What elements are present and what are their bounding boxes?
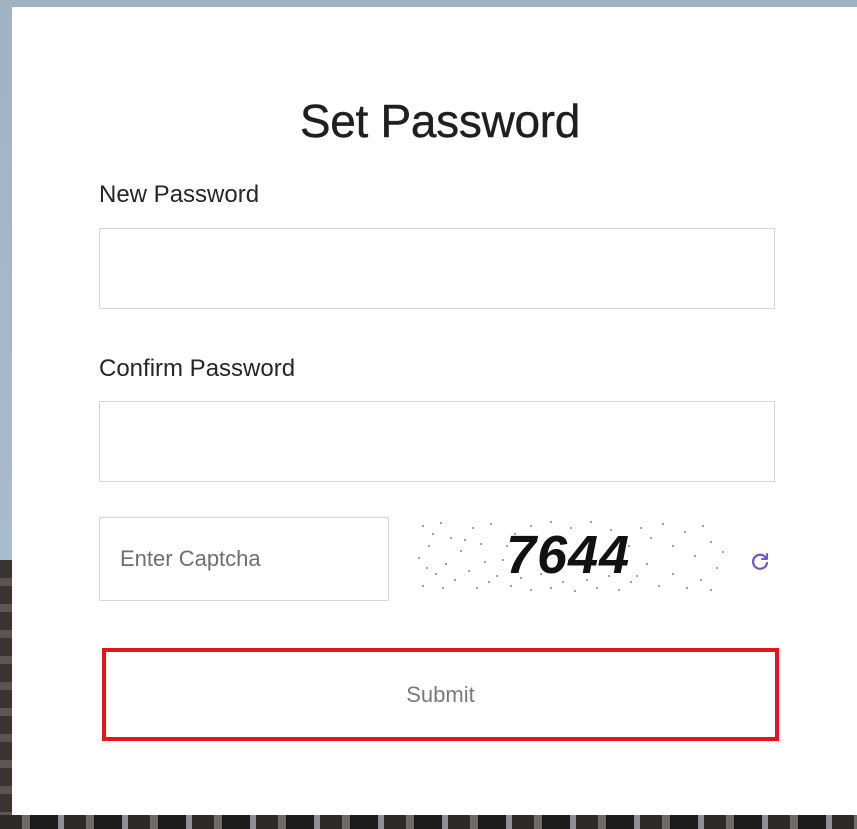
set-password-card: Set Password New Password Confirm Passwo…: [12, 7, 857, 815]
refresh-icon[interactable]: [750, 551, 770, 571]
confirm-password-label: Confirm Password: [99, 355, 296, 382]
submit-button[interactable]: Submit: [102, 648, 779, 741]
new-password-input[interactable]: [99, 228, 775, 309]
captcha-input[interactable]: [99, 517, 389, 601]
background-detail-left: [0, 560, 12, 829]
captcha-image: 7644: [411, 516, 731, 600]
background-detail-bottom: [0, 815, 857, 829]
refresh-icon-svg: [752, 553, 769, 570]
page-title: Set Password: [299, 95, 581, 147]
confirm-password-input[interactable]: [99, 401, 775, 482]
new-password-label: New Password: [99, 181, 260, 208]
captcha-text: 7644: [506, 525, 631, 585]
